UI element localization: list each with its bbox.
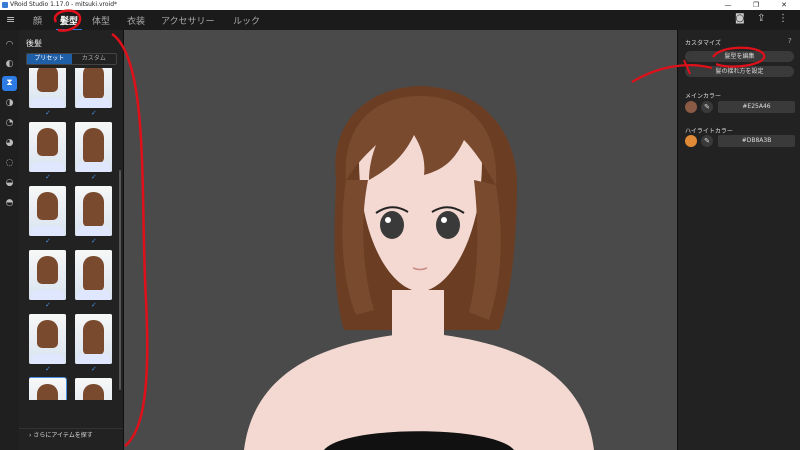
tab-hairstyle[interactable]: 髪型 xyxy=(55,14,83,31)
segment-custom[interactable]: カスタム xyxy=(72,54,117,64)
hair-sway-button[interactable]: 髪の揺れ方を設定 xyxy=(685,66,794,77)
hair-base-icon[interactable]: ◓ xyxy=(2,196,17,211)
hair-extra-icon[interactable]: ◒ xyxy=(2,176,17,191)
downloaded-check-icon: ✓ xyxy=(91,109,97,117)
hair-back-icon[interactable]: ⧗ xyxy=(2,76,17,91)
hair-preview xyxy=(83,384,104,400)
preset-grid: ✓✓✓✓✓✓✓✓✓✓✓✓ xyxy=(29,68,123,400)
customize-panel: カスタマイズ ? 髪型を編集 髪の揺れ方を設定 メインカラー ✎ #E25A46… xyxy=(677,30,800,450)
tab-face[interactable]: 顔 xyxy=(33,14,42,27)
chevron-right-icon: › xyxy=(29,432,32,439)
hair-preview xyxy=(83,68,104,99)
hair-preview xyxy=(83,256,104,291)
highlight-color-hex-field[interactable]: #DB8A3B xyxy=(718,135,795,147)
shirt-preview xyxy=(31,290,64,300)
preset-thumbnail[interactable] xyxy=(29,314,66,364)
hair-front-icon[interactable]: ◐ xyxy=(2,57,17,72)
shirt-preview xyxy=(31,98,64,108)
preset-panel: 後髪 プリセット カスタム ✓✓✓✓✓✓✓✓✓✓✓✓ › さらにアイテムを探す xyxy=(19,30,124,450)
preset-thumbnail[interactable] xyxy=(75,68,112,108)
shirt-preview xyxy=(31,226,64,236)
tab-outfit[interactable]: 衣装 xyxy=(127,14,145,27)
shirt-preview xyxy=(31,162,64,172)
hair-preview xyxy=(83,128,104,163)
hair-preview xyxy=(37,256,58,284)
window-title: VRoid Studio 1.17.0 - mitsuki.vroid* xyxy=(10,1,118,8)
top-nav: ≡ 顔 髪型 体型 衣装 アクセサリー ルック ◙ ⇪ ⋮ xyxy=(0,10,800,31)
preset-thumbnail[interactable] xyxy=(75,186,112,236)
highlight-color-swatch[interactable] xyxy=(685,135,697,147)
hair-preview xyxy=(37,128,58,156)
customize-label: カスタマイズ xyxy=(685,40,721,47)
shirt-preview xyxy=(77,98,110,108)
preset-thumbnail[interactable] xyxy=(75,250,112,300)
downloaded-check-icon: ✓ xyxy=(91,301,97,309)
hair-preview xyxy=(37,68,58,92)
head-icon[interactable]: ◠ xyxy=(2,38,17,53)
hair-side-icon[interactable]: ◔ xyxy=(2,116,17,131)
share-icon[interactable]: ⇪ xyxy=(757,13,765,24)
camera-icon[interactable]: ◙ xyxy=(735,13,745,24)
shirt-preview xyxy=(31,354,64,364)
close-button[interactable]: ✕ xyxy=(770,0,798,10)
tab-look[interactable]: ルック xyxy=(233,14,260,27)
ahoge-icon[interactable]: ◕ xyxy=(2,136,17,151)
hair-preview xyxy=(83,320,104,355)
downloaded-check-icon: ✓ xyxy=(45,237,51,245)
eyedropper-icon[interactable]: ✎ xyxy=(701,101,713,113)
app-icon xyxy=(2,2,8,8)
main-color-hex-field[interactable]: #E25A46 xyxy=(718,101,795,113)
eyedropper-icon[interactable]: ✎ xyxy=(701,135,713,147)
downloaded-check-icon: ✓ xyxy=(91,237,97,245)
preset-thumbnail[interactable] xyxy=(29,377,67,400)
find-more-items-link[interactable]: › さらにアイテムを探す xyxy=(19,428,123,442)
panel-title: 後髪 xyxy=(26,39,42,48)
downloaded-check-icon: ✓ xyxy=(45,301,51,309)
downloaded-check-icon: ✓ xyxy=(91,365,97,373)
more-icon[interactable]: ⋮ xyxy=(778,13,788,24)
maximize-button[interactable]: ❐ xyxy=(742,0,770,10)
hair-preview xyxy=(37,384,58,400)
preset-thumbnail[interactable] xyxy=(75,378,112,400)
character-render xyxy=(244,86,594,450)
help-icon[interactable]: ? xyxy=(788,37,792,45)
preset-thumbnail[interactable] xyxy=(29,186,66,236)
shirt-preview xyxy=(77,354,110,364)
hair-tail-icon[interactable]: ◌ xyxy=(2,156,17,171)
downloaded-check-icon: ✓ xyxy=(91,173,97,181)
preset-thumbnail[interactable] xyxy=(29,68,66,108)
hair-preview xyxy=(37,192,58,220)
panel-scrollbar[interactable] xyxy=(119,170,121,390)
hamburger-icon[interactable]: ≡ xyxy=(6,13,15,26)
window-title-bar: VRoid Studio 1.17.0 - mitsuki.vroid* — ❐… xyxy=(0,0,800,10)
model-viewport[interactable] xyxy=(124,30,677,450)
downloaded-check-icon: ✓ xyxy=(45,109,51,117)
main-color-swatch[interactable] xyxy=(685,101,697,113)
find-more-label: さらにアイテムを探す xyxy=(33,432,93,439)
category-rail: ◠ ◐ ⧗ ◑ ◔ ◕ ◌ ◒ ◓ xyxy=(0,30,19,450)
preset-thumbnail[interactable] xyxy=(75,122,112,172)
shirt-preview xyxy=(77,290,110,300)
minimize-button[interactable]: — xyxy=(714,0,742,10)
preset-thumbnail[interactable] xyxy=(75,314,112,364)
shirt-preview xyxy=(77,162,110,172)
hair-preview xyxy=(37,320,58,348)
hair-preview xyxy=(83,192,104,227)
downloaded-check-icon: ✓ xyxy=(45,365,51,373)
main-color-label: メインカラー xyxy=(685,93,722,100)
segment-preset[interactable]: プリセット xyxy=(27,54,72,64)
hair-top-icon[interactable]: ◑ xyxy=(2,96,17,111)
downloaded-check-icon: ✓ xyxy=(45,173,51,181)
tab-body[interactable]: 体型 xyxy=(92,14,110,27)
preset-custom-toggle: プリセット カスタム xyxy=(26,53,117,65)
edit-hairstyle-button[interactable]: 髪型を編集 xyxy=(685,51,794,62)
highlight-color-label: ハイライトカラー xyxy=(685,128,733,135)
tab-accessory[interactable]: アクセサリー xyxy=(161,14,215,27)
preset-thumbnail[interactable] xyxy=(29,250,66,300)
preset-thumbnail[interactable] xyxy=(29,122,66,172)
shirt-preview xyxy=(77,226,110,236)
